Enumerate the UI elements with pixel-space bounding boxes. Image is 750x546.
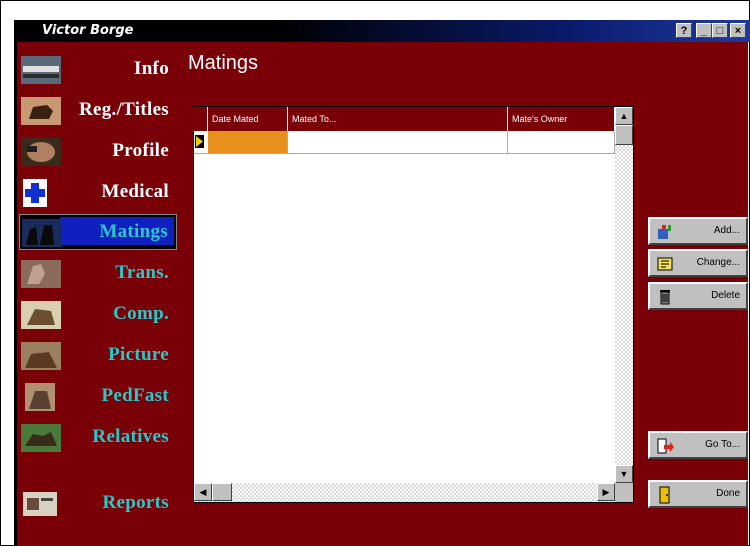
close-button[interactable]: × bbox=[730, 23, 746, 38]
delete-button[interactable]: Delete bbox=[648, 282, 748, 310]
nav-item-comp[interactable]: Comp. bbox=[19, 297, 177, 333]
scroll-right-button[interactable]: ▶ bbox=[597, 483, 615, 501]
transfer-icon bbox=[21, 260, 61, 288]
scroll-up-button[interactable]: ▲ bbox=[615, 107, 633, 125]
change-button[interactable]: Change... bbox=[648, 249, 748, 277]
nav-item-picture[interactable]: Picture bbox=[19, 338, 177, 374]
relatives-icon bbox=[21, 424, 61, 452]
nav-item-reg-titles[interactable]: Reg./Titles bbox=[19, 93, 177, 129]
profile-icon bbox=[21, 138, 61, 166]
trash-icon bbox=[660, 290, 670, 305]
medical-cross-icon bbox=[23, 179, 47, 207]
change-icon bbox=[657, 257, 673, 271]
picture-icon bbox=[21, 342, 61, 370]
goto-button[interactable]: Go To... bbox=[648, 431, 748, 459]
cell-mates-owner[interactable] bbox=[508, 131, 615, 153]
column-header-mated-to[interactable]: Mated To... bbox=[288, 107, 508, 131]
nav-item-info[interactable]: Info bbox=[19, 52, 177, 88]
row-selector-header bbox=[194, 107, 208, 131]
nav-label: Profile bbox=[112, 140, 169, 161]
nav-label: Medical bbox=[101, 181, 169, 202]
minimize-button[interactable]: _ bbox=[696, 23, 712, 38]
matings-table[interactable]: Date Mated Mated To... Mate's Owner ▲ ▼ … bbox=[193, 106, 634, 503]
nav-item-pedfast[interactable]: PedFast bbox=[19, 379, 177, 415]
table-header: Date Mated Mated To... Mate's Owner bbox=[194, 107, 615, 131]
horizontal-scroll-thumb[interactable] bbox=[212, 483, 232, 501]
nav-label: Reports bbox=[102, 492, 169, 513]
nav-label: Picture bbox=[108, 344, 169, 365]
scrollbar-corner bbox=[615, 483, 633, 502]
scroll-left-button[interactable]: ◀ bbox=[194, 483, 212, 501]
vertical-scrollbar[interactable]: ▲ ▼ bbox=[615, 107, 633, 483]
nav-item-matings[interactable]: Matings bbox=[19, 214, 177, 250]
row-selector[interactable] bbox=[194, 131, 209, 153]
delete-label: Delete bbox=[711, 290, 740, 301]
add-label: Add... bbox=[713, 225, 740, 236]
nav-label: Trans. bbox=[115, 262, 169, 283]
pedigree-icon bbox=[25, 383, 55, 411]
current-row-arrow-icon bbox=[195, 135, 204, 148]
nav-item-medical[interactable]: Medical bbox=[19, 175, 177, 211]
reports-icon bbox=[23, 492, 57, 516]
nav-label: Matings bbox=[99, 221, 168, 242]
nav-label: Info bbox=[134, 58, 169, 79]
window-title: Victor Borge bbox=[42, 23, 134, 38]
done-label: Done bbox=[716, 488, 740, 499]
add-button[interactable]: Add... bbox=[648, 217, 748, 245]
horizontal-scrollbar[interactable]: ◀ ▶ bbox=[194, 483, 615, 502]
add-icon bbox=[658, 225, 671, 239]
info-icon bbox=[21, 56, 61, 84]
vertical-scroll-thumb[interactable] bbox=[615, 125, 633, 145]
scroll-down-button[interactable]: ▼ bbox=[615, 465, 633, 483]
nav-label: Reg./Titles bbox=[78, 99, 169, 120]
horse-titles-icon bbox=[21, 97, 61, 125]
nav-item-reports[interactable]: Reports bbox=[19, 486, 177, 522]
cell-date-mated[interactable] bbox=[208, 131, 288, 153]
column-header-date-mated[interactable]: Date Mated bbox=[208, 107, 288, 131]
nav-item-profile[interactable]: Profile bbox=[19, 134, 177, 170]
table-row[interactable] bbox=[194, 131, 615, 154]
nav-label: Comp. bbox=[113, 303, 169, 324]
done-button[interactable]: Done bbox=[648, 480, 748, 508]
nav-label: Relatives bbox=[92, 426, 169, 447]
change-label: Change... bbox=[696, 257, 740, 268]
goto-label: Go To... bbox=[705, 439, 740, 450]
goto-arrow-icon bbox=[657, 438, 674, 454]
competition-icon bbox=[21, 301, 61, 329]
nav-item-trans[interactable]: Trans. bbox=[19, 256, 177, 292]
nav-label: PedFast bbox=[101, 385, 169, 406]
nav-item-relatives[interactable]: Relatives bbox=[19, 420, 177, 456]
page-title: Matings bbox=[188, 52, 259, 74]
maximize-button[interactable]: □ bbox=[712, 23, 728, 38]
cell-mated-to[interactable] bbox=[288, 131, 508, 153]
column-header-mates-owner[interactable]: Mate's Owner bbox=[508, 107, 615, 131]
matings-icon bbox=[22, 219, 62, 247]
title-bar: Victor Borge ? _ □ × bbox=[14, 20, 750, 42]
help-button[interactable]: ? bbox=[676, 23, 692, 38]
door-icon bbox=[659, 486, 670, 504]
